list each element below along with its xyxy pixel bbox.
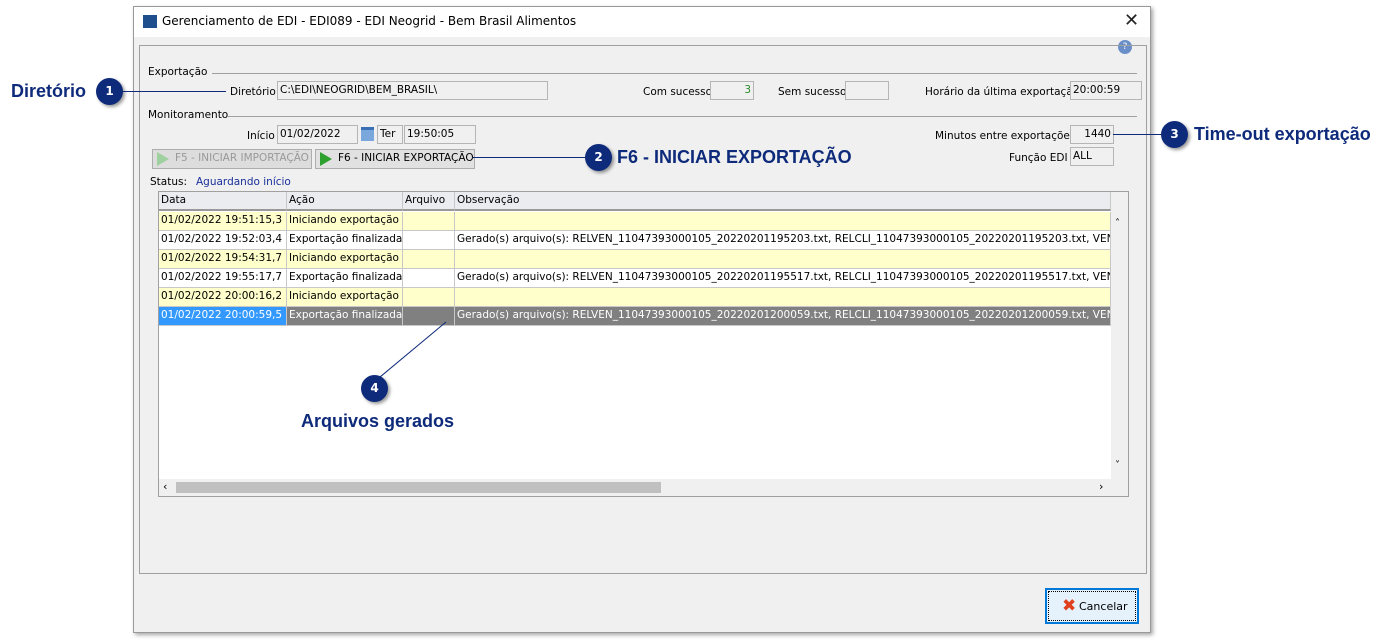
callout-2-badge: 2 [585, 144, 612, 171]
callout-2-text: F6 - INICIAR EXPORTAÇÃO [617, 147, 852, 167]
importacao-label: F5 - INICIAR IMPORTAÇÃO [175, 152, 309, 164]
scroll-up-icon[interactable]: ˄ [1115, 218, 1120, 229]
log-table: Data Ação Arquivo Observação 01/02/2022 … [158, 191, 1129, 497]
cell-arquivo [403, 231, 455, 250]
status-label: Status: [150, 176, 187, 188]
cancel-label: Cancelar [1079, 600, 1128, 613]
scroll-down-icon[interactable]: ˅ [1115, 460, 1120, 471]
table-row[interactable]: 01/02/2022 20:00:16,2 Iniciando exportaçã… [159, 288, 1111, 307]
cell-acao: Exportação finalizada [287, 269, 403, 288]
cell-arquivo [403, 288, 455, 307]
cancel-button[interactable]: ✖ Cancelar [1045, 588, 1139, 624]
window-title: Gerenciamento de EDI - EDI089 - EDI Neog… [162, 14, 577, 28]
funcao-label: Função EDI [1009, 152, 1068, 164]
diretorio-label: Diretório [230, 86, 276, 98]
cell-obs: Gerado(s) arquivo(s): RELVEN_11047393000… [455, 307, 1111, 326]
inicio-time-field[interactable]: 19:50:05 [404, 125, 476, 144]
minutos-label: Minutos entre exportações [935, 130, 1076, 142]
cell-obs [455, 250, 1111, 269]
cell-data: 01/02/2022 19:54:31,7 [159, 250, 287, 269]
inicio-label: Início [247, 130, 275, 142]
callout-3-badge: 3 [1161, 121, 1188, 148]
scroll-left-icon[interactable]: ‹ [163, 480, 167, 493]
scroll-thumb[interactable] [176, 482, 661, 493]
cell-data: 01/02/2022 19:52:03,4 [159, 231, 287, 250]
com-sucesso-field: 3 [710, 81, 754, 100]
table-row[interactable]: 01/02/2022 20:00:59,5 Exportação finaliza… [159, 307, 1111, 326]
main-panel: Exportação Diretório C:\EDI\NEOGRID\BEM_… [139, 45, 1147, 574]
funcao-field[interactable]: ALL [1070, 147, 1114, 166]
cell-obs: Gerado(s) arquivo(s): RELVEN_11047393000… [455, 231, 1111, 250]
cell-arquivo [403, 212, 455, 231]
callout-4-badge: 4 [361, 375, 388, 402]
cell-arquivo [403, 269, 455, 288]
iniciar-exportacao-button[interactable]: F6 - INICIAR EXPORTAÇÃO [315, 149, 475, 169]
callout-4-line [373, 321, 447, 383]
col-acao[interactable]: Ação [287, 192, 403, 211]
horario-label: Horário da última exportação [925, 86, 1080, 98]
scroll-right-icon[interactable]: › [1099, 480, 1103, 493]
edi-window: Gerenciamento de EDI - EDI089 - EDI Neog… [133, 6, 1151, 633]
play-icon [320, 152, 332, 166]
section-monitoramento: Monitoramento [148, 109, 229, 121]
table-row[interactable]: 01/02/2022 19:52:03,4 Exportação finaliza… [159, 231, 1111, 250]
cell-data: 01/02/2022 20:00:16,2 [159, 288, 287, 307]
horizontal-scrollbar[interactable]: ‹ › [159, 479, 1128, 496]
cell-acao: Iniciando exportação [287, 288, 403, 307]
col-arquivo[interactable]: Arquivo [403, 192, 455, 211]
vertical-scrollbar[interactable]: ˄ ˅ [1111, 192, 1128, 479]
cell-acao: Iniciando exportação [287, 250, 403, 269]
sem-sucesso-field [845, 81, 889, 100]
calendar-icon[interactable] [361, 127, 374, 141]
com-sucesso-label: Com sucesso [643, 86, 713, 98]
table-row[interactable]: 01/02/2022 19:54:31,7 Iniciando exportaçã… [159, 250, 1111, 269]
cell-acao: Iniciando exportação [287, 212, 403, 231]
callout-1-text: Diretório [11, 81, 87, 101]
status-value: Aguardando início [196, 176, 291, 188]
cell-obs: Gerado(s) arquivo(s): RELVEN_11047393000… [455, 269, 1111, 288]
cell-data: 01/02/2022 19:55:17,7 [159, 269, 287, 288]
cell-data: 01/02/2022 20:00:59,5 [159, 307, 287, 326]
inicio-day-field: Ter [377, 125, 403, 144]
inicio-date-field[interactable]: 01/02/2022 [277, 125, 358, 144]
cell-data: 01/02/2022 19:51:15,3 [159, 212, 287, 231]
callout-3-text: Time-out exportação [1194, 124, 1371, 144]
col-observacao[interactable]: Observação [455, 192, 1111, 211]
cell-obs [455, 212, 1111, 231]
horario-field: 20:00:59 [1070, 81, 1142, 100]
cancel-x-icon: ✖ [1062, 596, 1077, 616]
app-icon [143, 15, 157, 28]
cell-acao: Exportação finalizada [287, 231, 403, 250]
cell-obs [455, 288, 1111, 307]
close-button[interactable]: ✕ [1124, 10, 1139, 31]
title-bar: Gerenciamento de EDI - EDI089 - EDI Neog… [134, 7, 1150, 37]
col-data[interactable]: Data [159, 192, 287, 211]
table-row[interactable]: 01/02/2022 19:55:17,7 Exportação finaliza… [159, 269, 1111, 288]
diretorio-field[interactable]: C:\EDI\NEOGRID\BEM_BRASIL\ [277, 81, 548, 100]
table-header: Data Ação Arquivo Observação [159, 192, 1111, 211]
play-icon [157, 152, 169, 166]
minutos-field[interactable]: 1440 [1070, 125, 1114, 144]
sem-sucesso-label: Sem sucesso [778, 86, 847, 98]
callout-1-badge: 1 [96, 78, 123, 105]
iniciar-importacao-button[interactable]: F5 - INICIAR IMPORTAÇÃO [152, 149, 312, 169]
table-row[interactable]: 01/02/2022 19:51:15,3 Iniciando exportaçã… [159, 212, 1111, 231]
section-exportacao: Exportação [148, 66, 208, 78]
cell-arquivo [403, 250, 455, 269]
exportacao-label: F6 - INICIAR EXPORTAÇÃO [338, 152, 474, 164]
callout-4-text: Arquivos gerados [301, 411, 455, 431]
